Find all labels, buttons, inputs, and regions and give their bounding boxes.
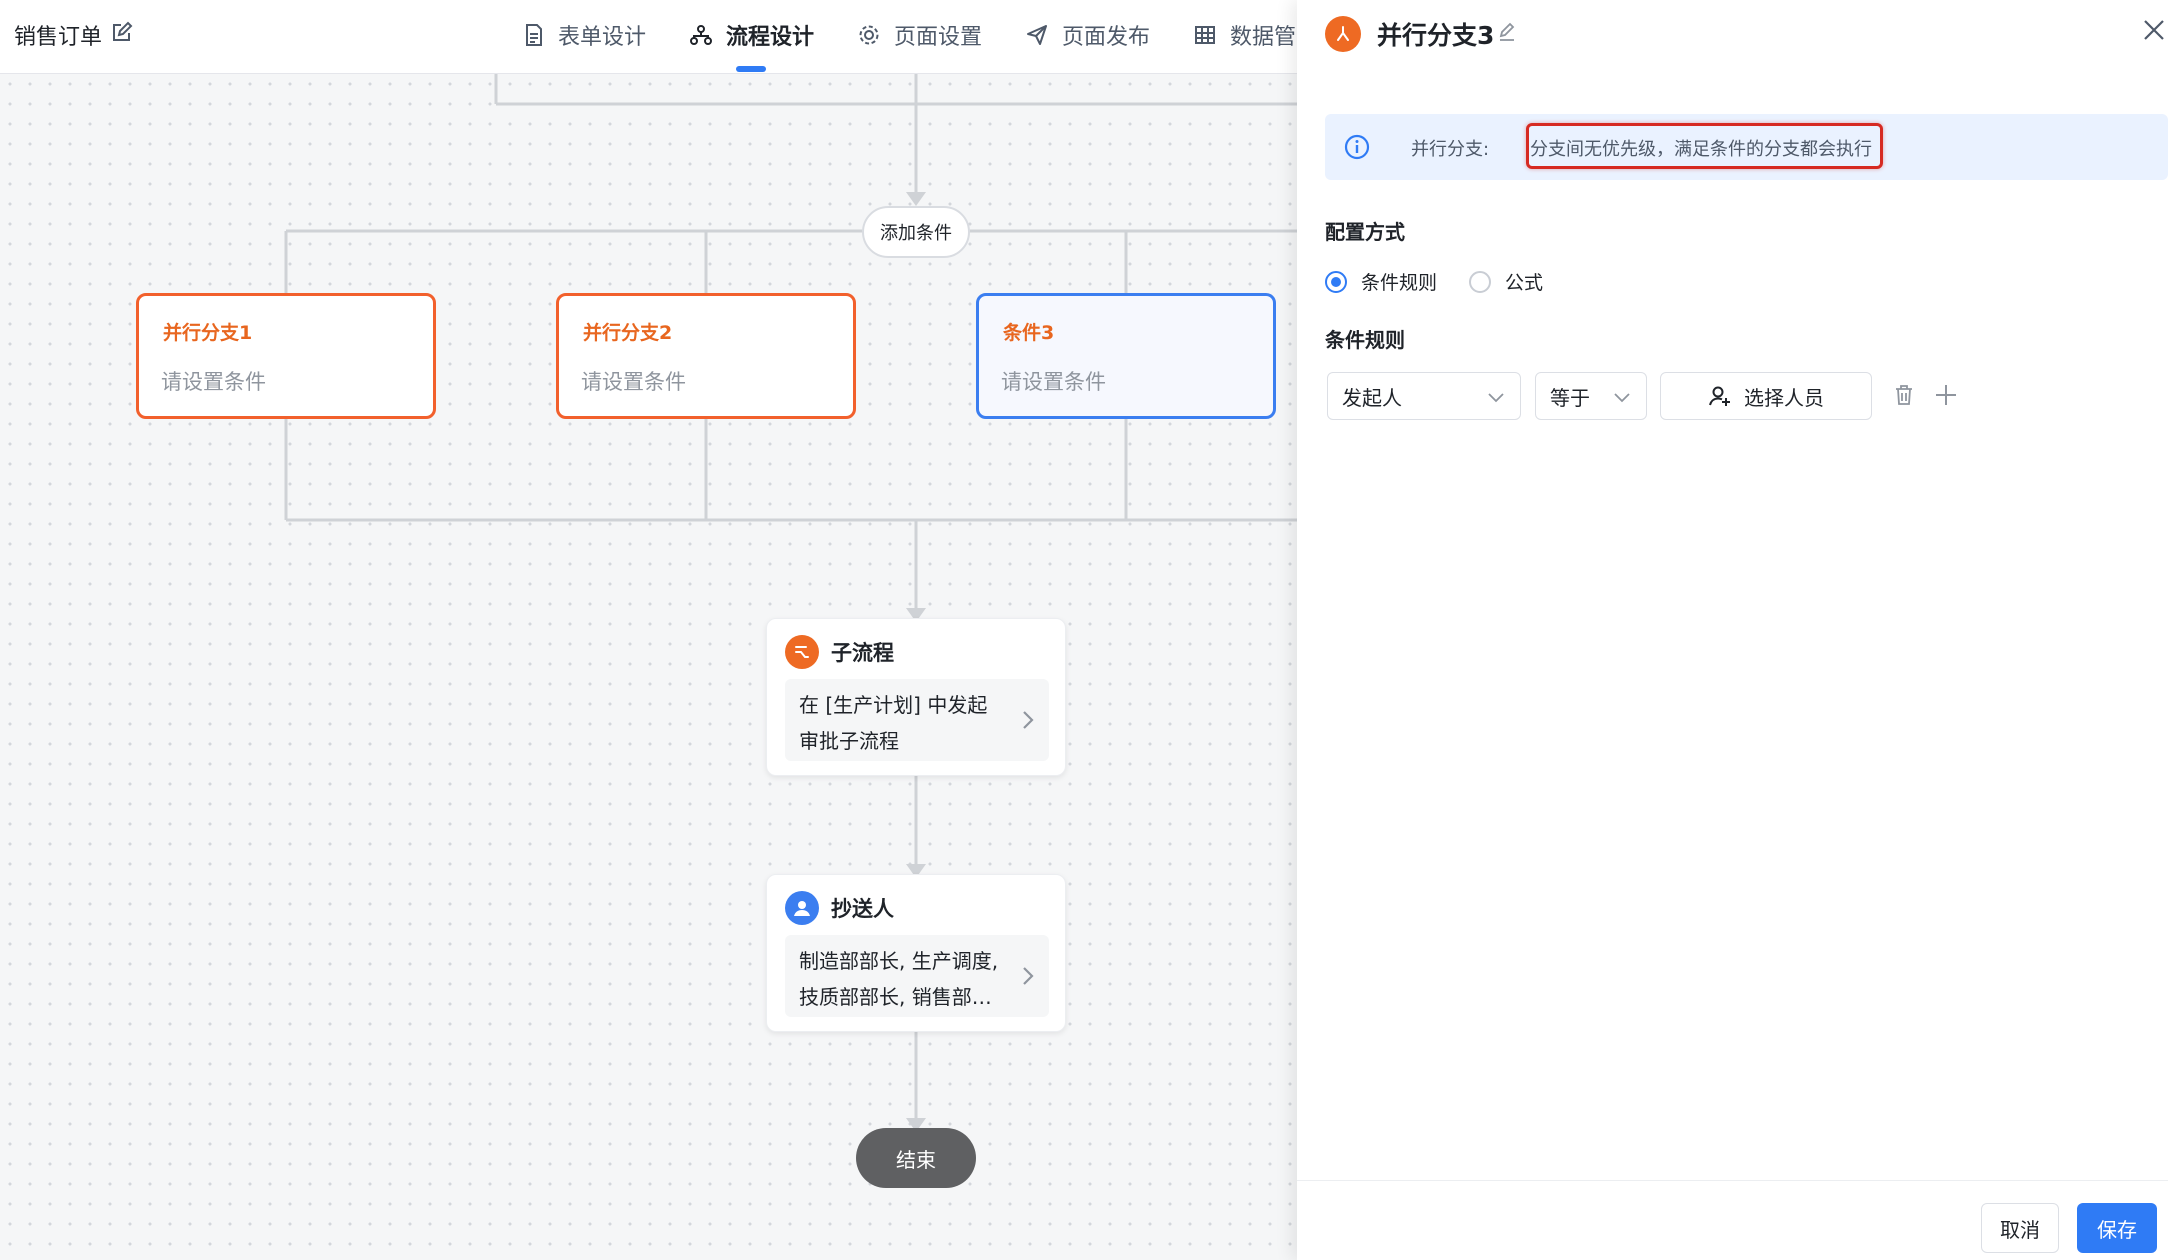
highlight-box xyxy=(1526,123,1883,169)
end-node: 结束 xyxy=(856,1128,976,1188)
branch-card-parallel-2[interactable]: 并行分支2 请设置条件 xyxy=(556,293,856,419)
save-button[interactable]: 保存 xyxy=(2077,1203,2157,1253)
active-tab-indicator xyxy=(736,66,766,72)
tab-label: 页面设置 xyxy=(894,25,983,50)
radio-unchecked-icon xyxy=(1469,270,1491,293)
top-bar: 销售订单 表单设计 流程设计 页面设置 页面发布 数据管 xyxy=(0,0,1297,74)
tab-data-management[interactable]: 数据管 xyxy=(1194,18,1296,52)
subprocess-node[interactable]: 子流程 在 [生产计划] 中发起 审批子流程 xyxy=(766,618,1066,776)
radio-checked-icon xyxy=(1325,270,1347,293)
tab-flow-design[interactable]: 流程设计 xyxy=(690,18,814,52)
subprocess-icon xyxy=(785,635,819,669)
send-icon xyxy=(1027,25,1047,45)
app-title: 销售订单 xyxy=(14,25,103,50)
select-person-button[interactable]: 选择人员 xyxy=(1660,372,1872,420)
cancel-button[interactable]: 取消 xyxy=(1981,1203,2059,1253)
branch-title: 并行分支2 xyxy=(583,322,673,344)
flow-canvas[interactable] xyxy=(0,74,1297,1260)
tab-form-design[interactable]: 表单设计 xyxy=(524,18,646,52)
add-condition-label: 添加条件 xyxy=(880,223,952,244)
info-icon xyxy=(1344,134,1370,160)
field-select-value: 发起人 xyxy=(1342,385,1402,410)
chevron-down-icon xyxy=(1488,393,1504,403)
field-select[interactable]: 发起人 xyxy=(1327,372,1521,420)
node-line: 在 [生产计划] 中发起 xyxy=(799,693,988,717)
node-title: 子流程 xyxy=(831,641,894,665)
branch-title: 条件3 xyxy=(1003,322,1055,344)
operator-select[interactable]: 等于 xyxy=(1535,372,1647,420)
tab-page-publish[interactable]: 页面发布 xyxy=(1026,18,1150,52)
document-icon xyxy=(526,24,542,46)
tab-label: 流程设计 xyxy=(726,25,815,50)
cc-user-icon xyxy=(785,891,819,925)
node-line: 技质部部长, 销售部… xyxy=(799,985,992,1009)
chevron-right-icon xyxy=(1023,967,1034,985)
flow-connectors xyxy=(284,74,1297,1132)
drawer-title: 并行分支3 xyxy=(1377,21,1495,50)
trash-icon[interactable] xyxy=(1893,383,1915,407)
tab-page-settings[interactable]: 页面设置 xyxy=(858,18,982,52)
add-condition-button[interactable]: 添加条件 xyxy=(862,206,970,258)
node-title: 抄送人 xyxy=(831,897,894,921)
cancel-label: 取消 xyxy=(2000,1217,2040,1242)
edit-icon[interactable] xyxy=(108,20,134,46)
node-content: 制造部部长, 生产调度, 技质部部长, 销售部… xyxy=(785,935,1049,1017)
chevron-down-icon xyxy=(1614,393,1630,403)
radio-formula[interactable]: 公式 xyxy=(1469,268,1543,295)
branch-card-parallel-1[interactable]: 并行分支1 请设置条件 xyxy=(136,293,436,419)
condition-rule-label: 条件规则 xyxy=(1325,328,1405,352)
node-line: 审批子流程 xyxy=(799,729,899,753)
branch-subtitle: 请设置条件 xyxy=(1001,370,1106,394)
end-label: 结束 xyxy=(896,1147,936,1172)
info-label: 并行分支: xyxy=(1411,139,1490,160)
branch-subtitle: 请设置条件 xyxy=(161,370,266,394)
close-icon[interactable] xyxy=(2142,18,2166,42)
tab-label: 表单设计 xyxy=(558,25,647,50)
plus-icon[interactable] xyxy=(1933,382,1959,408)
node-line: 制造部部长, 生产调度, xyxy=(799,949,999,973)
chevron-right-icon xyxy=(1023,711,1034,729)
branch-card-condition-3[interactable]: 条件3 请设置条件 xyxy=(976,293,1276,419)
tab-label: 页面发布 xyxy=(1062,25,1151,50)
select-person-label: 选择人员 xyxy=(1744,385,1824,410)
radio-label: 公式 xyxy=(1505,272,1544,294)
branch-subtitle: 请设置条件 xyxy=(581,370,686,394)
drawer-footer: 取消 保存 xyxy=(1297,1180,2168,1260)
edit-title-icon[interactable] xyxy=(1497,22,1517,42)
gear-icon xyxy=(859,25,879,45)
table-icon xyxy=(1195,26,1215,44)
branch-settings-drawer: 并行分支3 并行分支: 分支间无优先级，满足条件的分支都会执行 配置方式 条件规… xyxy=(1297,0,2168,1260)
flow-icon xyxy=(690,25,712,45)
radio-condition-rule[interactable]: 条件规则 xyxy=(1325,268,1437,295)
save-label: 保存 xyxy=(2097,1217,2137,1242)
node-content: 在 [生产计划] 中发起 审批子流程 xyxy=(785,679,1049,761)
branch-title: 并行分支1 xyxy=(163,322,253,344)
parallel-branch-icon xyxy=(1325,16,1361,52)
add-user-icon xyxy=(1709,386,1730,406)
info-banner: 并行分支: 分支间无优先级，满足条件的分支都会执行 xyxy=(1325,114,2168,180)
radio-label: 条件规则 xyxy=(1361,272,1438,294)
operator-select-value: 等于 xyxy=(1550,385,1590,410)
config-method-label: 配置方式 xyxy=(1325,220,1405,244)
cc-node[interactable]: 抄送人 制造部部长, 生产调度, 技质部部长, 销售部… xyxy=(766,874,1066,1032)
tab-label: 数据管 xyxy=(1230,25,1297,50)
